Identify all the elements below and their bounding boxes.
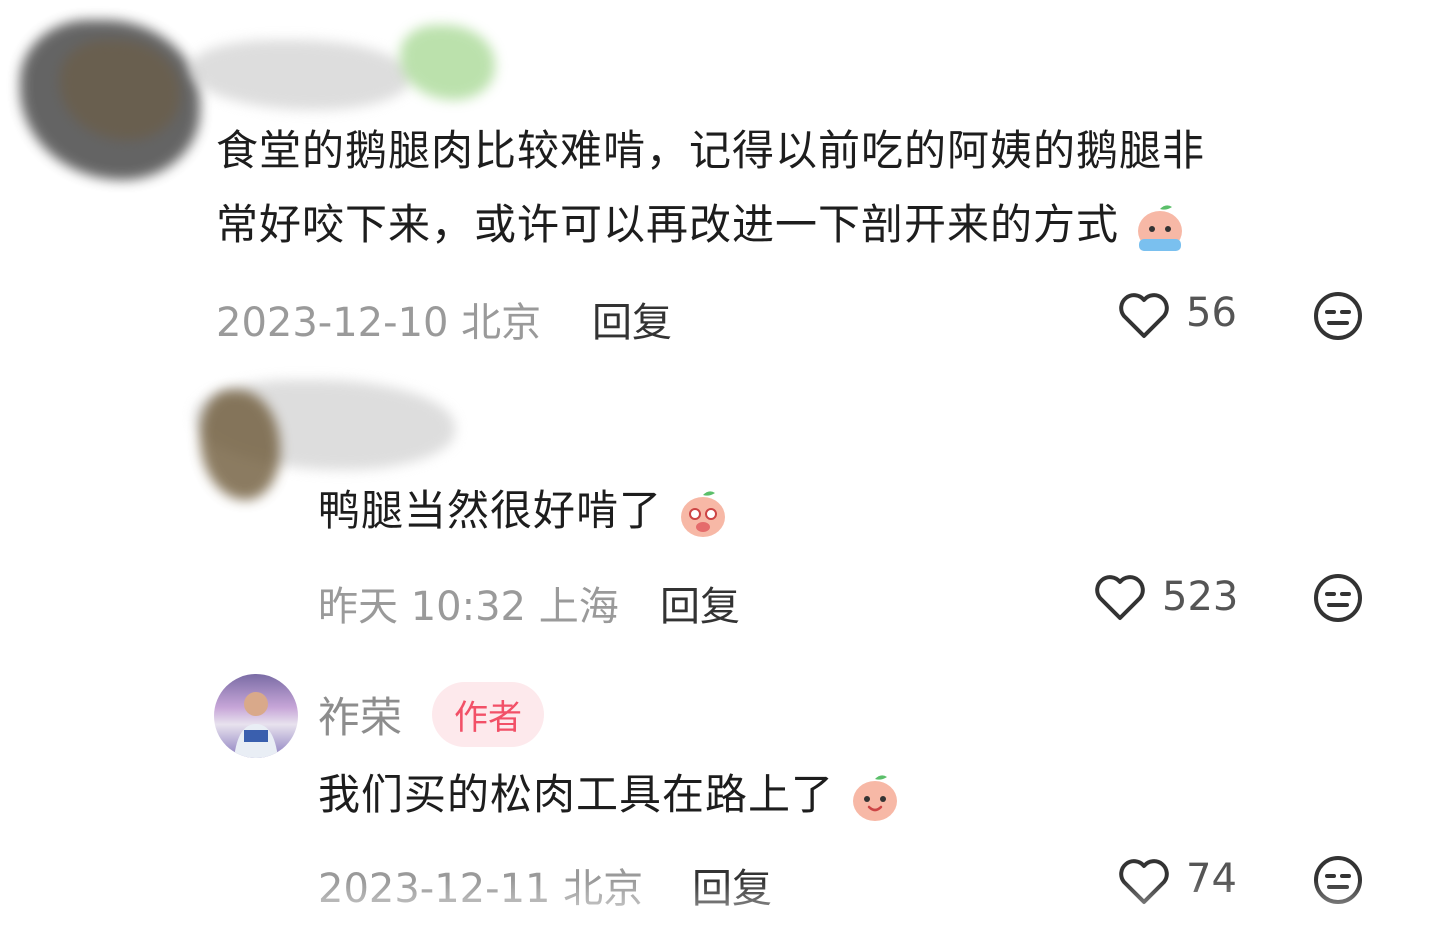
comment-2-meta: 昨天 10:32 上海 (318, 584, 619, 630)
person-icon (234, 692, 278, 758)
dislike-face-icon[interactable] (1312, 572, 1364, 624)
comment-1-like-count: 56 (1186, 290, 1237, 336)
comment-2-text: 鸭腿当然很好啃了 (318, 474, 730, 548)
author-name[interactable]: 祚荣 (318, 684, 402, 745)
bottom-fade (0, 880, 1440, 951)
like-heart-icon[interactable] (1094, 574, 1146, 622)
author-avatar[interactable] (214, 674, 298, 758)
comment-1-reply-button[interactable]: 回复 (592, 290, 672, 348)
comment-3-text: 我们买的松肉工具在路上了 (318, 758, 902, 832)
crying-peach-emoji-icon (1138, 204, 1183, 251)
comment-1-text: 食堂的鹅腿肉比较难啃，记得以前吃的阿姨的鹅腿非 常好咬下来，或许可以再改进一下剖… (216, 114, 1205, 262)
comment-2-like-count: 523 (1162, 574, 1239, 620)
dislike-face-icon[interactable] (1312, 290, 1364, 342)
giggling-peach-emoji-icon (681, 490, 726, 537)
comment-1-meta: 2023-12-10 北京 (216, 300, 542, 346)
smiling-peach-emoji-icon (853, 774, 898, 821)
comment-2-reply-button[interactable]: 回复 (660, 574, 740, 632)
like-heart-icon[interactable] (1118, 292, 1170, 340)
author-badge: 作者 (432, 682, 544, 747)
